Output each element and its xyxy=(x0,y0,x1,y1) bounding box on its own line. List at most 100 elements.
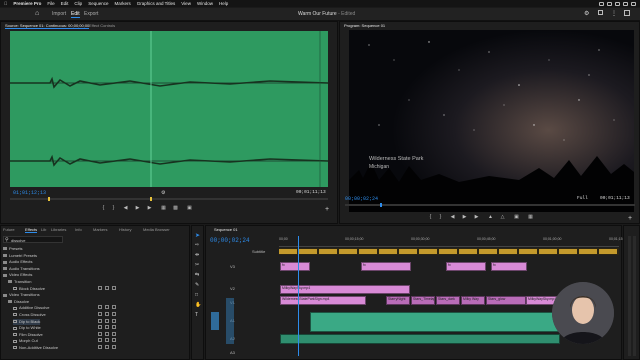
tab-markers[interactable]: Markers xyxy=(93,227,107,232)
tab-source[interactable]: Source: Sequence 01: Continuous: 00;00;0… xyxy=(5,23,90,29)
tree-effect[interactable]: Dip to Black xyxy=(13,318,116,325)
tab-edit[interactable]: Edit xyxy=(71,11,80,18)
timeline-timecode[interactable]: 00;00;02;24 xyxy=(210,237,250,244)
tree-folder[interactable]: Audio Effects xyxy=(3,259,33,265)
track-v3[interactable]: V3 xyxy=(230,264,235,269)
menu-window[interactable]: Window xyxy=(197,1,213,6)
step-back-icon[interactable]: ◀ xyxy=(450,215,455,220)
menu-help[interactable]: Help xyxy=(219,1,228,6)
clip-v3-3[interactable]: fx xyxy=(446,262,486,271)
step-forward-icon[interactable]: ▶ xyxy=(147,206,152,211)
menu-graphics[interactable]: Graphics and Titles xyxy=(137,1,176,6)
tree-effect[interactable]: Dip to White xyxy=(13,325,116,331)
overwrite-icon[interactable]: ▩ xyxy=(173,206,178,211)
track-a3[interactable]: A3 xyxy=(230,350,235,355)
pen-icon[interactable]: ✎ xyxy=(195,282,199,288)
menu-markers[interactable]: Markers xyxy=(114,1,130,6)
clip-v3-4[interactable]: fx xyxy=(491,262,527,271)
tab-history[interactable]: History xyxy=(119,227,131,232)
tree-effect[interactable]: Block Dissolve xyxy=(13,285,116,292)
step-back-icon[interactable]: ◀ xyxy=(123,206,128,211)
program-timecode[interactable]: 00;00;02;24 xyxy=(345,196,378,202)
track-v2[interactable]: V2 xyxy=(230,286,235,291)
timeline-ruler[interactable]: 00;00 00;00;15;00 00;00;30;00 00;00;45;00 00… xyxy=(279,236,628,247)
clip-v1-3[interactable]: Stars_Timelapse xyxy=(411,296,435,305)
clock-icon[interactable] xyxy=(631,1,636,6)
clip-v1-5[interactable]: Milky Way xyxy=(461,296,485,305)
clip-v1-2[interactable]: StarryNight xyxy=(386,296,410,305)
apple-icon[interactable]:  xyxy=(4,1,7,6)
wrench-icon[interactable]: ⚙ xyxy=(161,190,165,196)
tab-import[interactable]: Import xyxy=(52,11,66,17)
menu-app[interactable]: Premiere Pro xyxy=(13,1,41,6)
tree-effect[interactable]: Morph Cut xyxy=(13,338,116,344)
tree-folder[interactable]: Transition xyxy=(8,279,31,285)
clip-v2-1[interactable]: MilkyWaySky.mp4 xyxy=(280,285,410,294)
source-patch-v1[interactable] xyxy=(211,312,219,330)
play-icon[interactable]: ▶ xyxy=(462,215,467,220)
tab-program[interactable]: Program: Sequence 01 xyxy=(344,23,385,28)
clip-v1-4[interactable]: Stars_dark xyxy=(436,296,460,305)
wrench-icon[interactable]: ⚙ xyxy=(584,10,589,17)
clip-v3-2[interactable]: fx xyxy=(361,262,411,271)
razor-icon[interactable]: ✂ xyxy=(195,262,199,268)
source-scrub-bar[interactable] xyxy=(10,197,328,201)
clip-v1-6[interactable]: Stars_glow xyxy=(486,296,526,305)
mark-in-icon[interactable]: { xyxy=(428,215,433,220)
expand-icon[interactable] xyxy=(624,10,630,16)
hand-icon[interactable]: ✋ xyxy=(195,302,201,308)
tab-effects[interactable]: Effects xyxy=(25,227,38,233)
battery-icon[interactable] xyxy=(607,1,612,6)
tab-media-browser[interactable]: Media Browser xyxy=(143,227,170,232)
camera-icon[interactable]: ▣ xyxy=(187,206,192,211)
tab-effect-controls[interactable]: Effect Controls xyxy=(89,23,115,28)
clip-v3-1[interactable]: fx xyxy=(280,262,310,271)
fullscreen-icon[interactable] xyxy=(598,10,603,15)
program-scrub-bar[interactable] xyxy=(345,203,635,207)
menu-file[interactable]: File xyxy=(47,1,54,6)
tree-folder[interactable]: Audio Transitions xyxy=(3,266,40,272)
lift-icon[interactable]: ▲ xyxy=(488,215,493,220)
settings-icon[interactable]: ⋮ xyxy=(611,10,617,17)
add-button-icon[interactable]: + xyxy=(325,206,329,213)
effects-search[interactable]: ⚲ dissolve xyxy=(3,236,63,243)
audio-waveform-area[interactable] xyxy=(10,31,328,187)
comparison-icon[interactable]: ▦ xyxy=(528,215,533,220)
mark-in-icon[interactable]: { xyxy=(101,206,106,211)
menu-view[interactable]: View xyxy=(181,1,191,6)
control-center-icon[interactable] xyxy=(623,1,628,6)
subtitle-clips[interactable] xyxy=(279,249,619,254)
wifi-icon[interactable] xyxy=(615,1,620,6)
tab-info[interactable]: Info xyxy=(75,227,82,232)
subtitle-track[interactable] xyxy=(279,248,619,255)
home-icon[interactable]: ⌂ xyxy=(35,10,39,17)
insert-icon[interactable]: ▦ xyxy=(161,206,166,211)
tree-folder[interactable]: Presets xyxy=(3,246,23,252)
menu-sequence[interactable]: Sequence xyxy=(88,1,108,6)
tab-lib[interactable]: Lib xyxy=(41,227,46,232)
audio-clip-a1[interactable] xyxy=(310,312,560,332)
playhead[interactable] xyxy=(298,236,299,356)
tree-folder[interactable]: Lumetri Presets xyxy=(3,253,37,259)
audio-clip-a2[interactable] xyxy=(280,334,560,344)
extract-icon[interactable]: △ xyxy=(500,215,505,220)
rectangle-icon[interactable]: □ xyxy=(195,292,198,298)
tree-effect[interactable]: Cross Dissolve xyxy=(13,312,116,318)
menu-clip[interactable]: Clip xyxy=(74,1,82,6)
tab-project[interactable]: Future xyxy=(3,227,15,232)
tab-sequence[interactable]: Sequence 01 xyxy=(214,227,238,232)
program-video[interactable]: Wilderness State Park Michigan xyxy=(349,30,634,212)
tree-effect[interactable]: Film Dissolve xyxy=(13,331,116,338)
track-select-icon[interactable]: ⇨ xyxy=(195,242,199,248)
tree-effect[interactable]: Additive Dissolve xyxy=(13,305,116,311)
tree-folder[interactable]: Video Transitions xyxy=(3,292,40,298)
add-button-icon[interactable]: + xyxy=(628,215,632,222)
type-icon[interactable]: T xyxy=(195,312,198,318)
ripple-edit-icon[interactable]: ⇼ xyxy=(195,252,199,258)
source-timecode-in[interactable]: 01;01;12;13 xyxy=(13,190,46,196)
selection-tool-icon[interactable]: ➤ xyxy=(195,232,200,239)
tab-export[interactable]: Export xyxy=(84,11,98,17)
tree-folder[interactable]: Dissolve xyxy=(8,299,29,305)
tree-folder[interactable]: Video Effects xyxy=(3,272,32,278)
status-icon[interactable] xyxy=(599,1,604,6)
